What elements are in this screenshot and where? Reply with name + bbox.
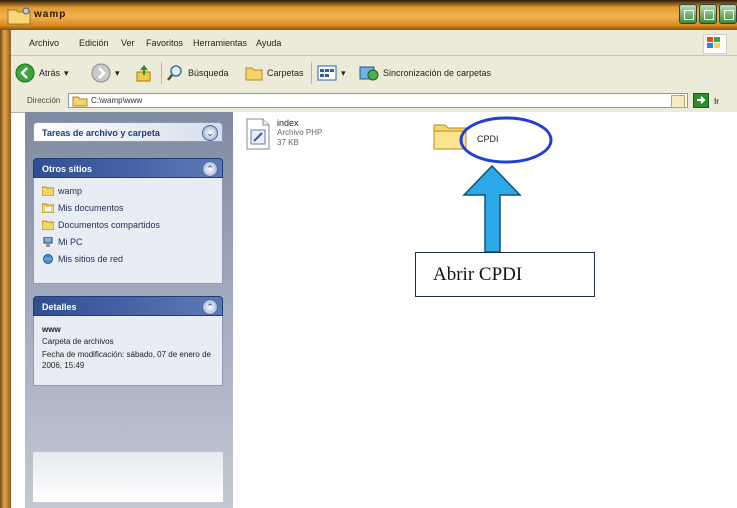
annotation-callout: Abrir CPDI bbox=[415, 252, 595, 297]
annotation-text: Abrir CPDI bbox=[433, 264, 523, 285]
arrow-up-icon bbox=[462, 164, 522, 253]
annotation-overlay bbox=[459, 116, 553, 253]
highlight-ellipse bbox=[459, 116, 553, 164]
explorer-window: wamp Archivo Edición Ver Favoritos Herra… bbox=[0, 0, 737, 508]
